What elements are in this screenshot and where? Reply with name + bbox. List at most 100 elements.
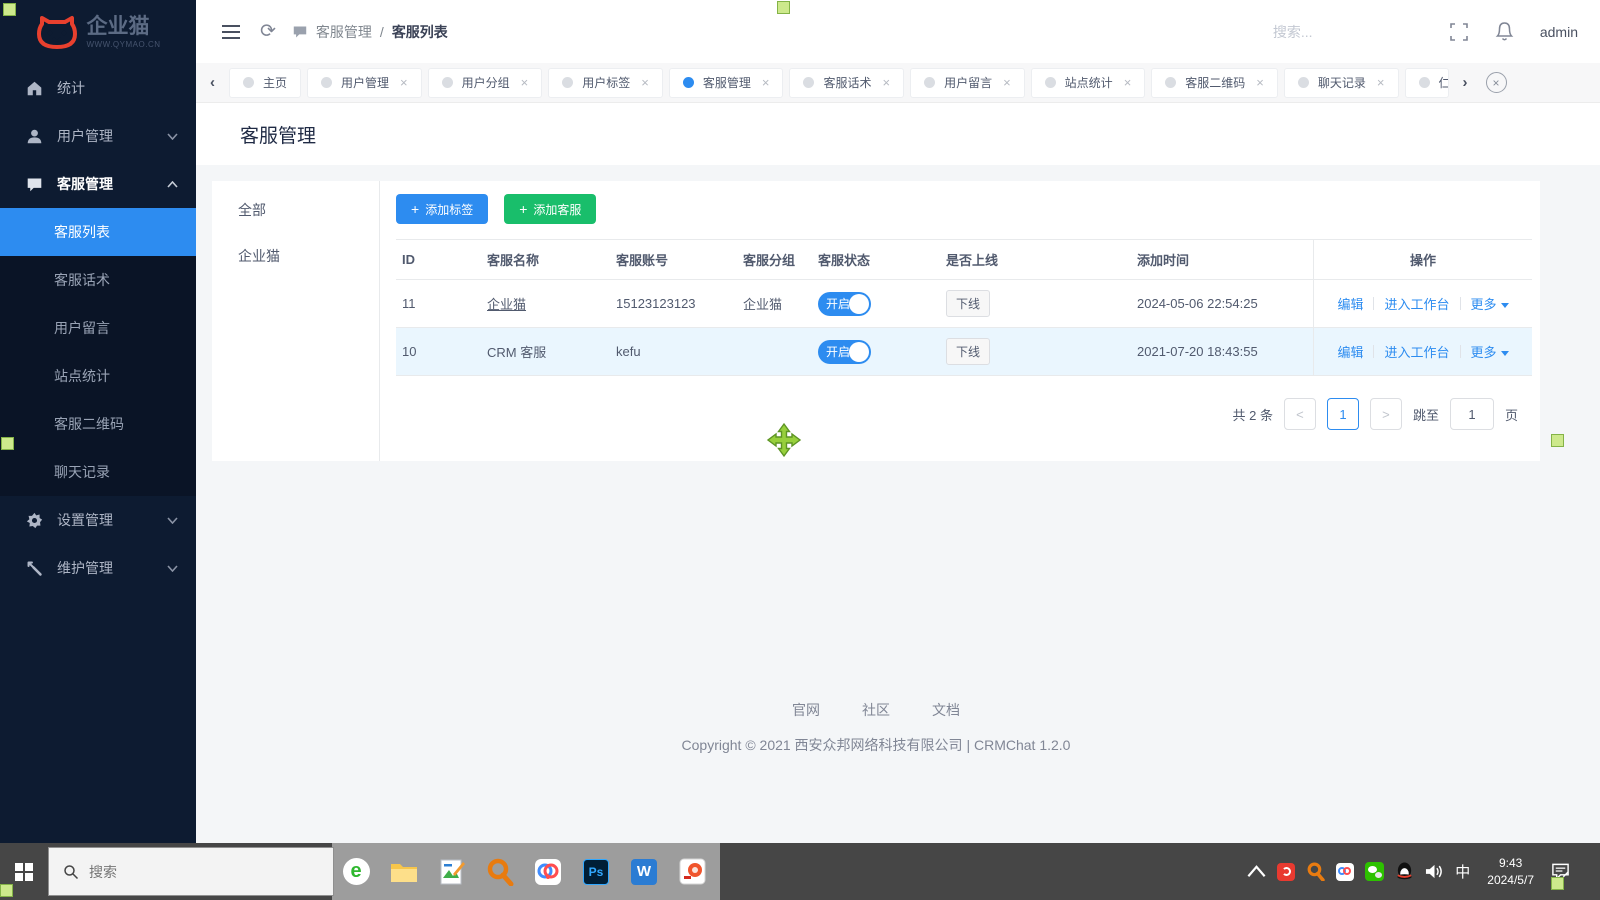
photo-viewer-icon[interactable]	[668, 843, 716, 900]
tab[interactable]: 主页	[229, 67, 302, 98]
table-area: + 添加标签 + 添加客服 ID 客服名称 客服账号 客服分组 客服状态 是否上线 添加时间 操作…	[380, 181, 1540, 461]
pagination-prev-button[interactable]: <	[1283, 398, 1316, 430]
refresh-icon[interactable]: ⟳	[260, 20, 276, 43]
bell-icon[interactable]	[1495, 21, 1514, 42]
action-link[interactable]: 更多	[1471, 294, 1509, 313]
tabs-scroll-left-icon[interactable]: ‹	[202, 74, 223, 91]
tab[interactable]: 用户留言 ×	[910, 67, 1025, 98]
group-list: 全部 企业猫	[212, 181, 380, 461]
status-toggle[interactable]: 开启	[818, 339, 871, 364]
taskbar-clock[interactable]: 9:43 2024/5/7	[1487, 855, 1534, 889]
tab[interactable]: 用户标签 ×	[548, 67, 663, 98]
tab[interactable]: 客服二维码 ×	[1151, 67, 1278, 98]
sidebar-item-stats[interactable]: 统计	[0, 64, 196, 112]
capture-handle-bottom-right[interactable]	[1551, 877, 1564, 890]
tab[interactable]: 客服话术 ×	[789, 67, 905, 98]
tray-magnifier-icon[interactable]	[1306, 862, 1325, 881]
hamburger-menu-icon[interactable]	[218, 21, 244, 43]
search-input[interactable]	[1272, 23, 1423, 40]
action-link[interactable]: 更多	[1471, 342, 1509, 361]
capture-handle-bottom-left[interactable]	[0, 884, 13, 897]
sidebar-subitem[interactable]: 聊天记录	[0, 448, 196, 496]
tab[interactable]: 客服管理 ×	[668, 67, 784, 98]
360-safety-icon[interactable]	[1277, 862, 1296, 881]
tab-close-icon[interactable]: ×	[521, 75, 529, 90]
sidebar-subitem[interactable]: 客服二维码	[0, 400, 196, 448]
action-link[interactable]: 进入工作台	[1384, 342, 1449, 361]
pagination-page-1-button[interactable]: 1	[1326, 398, 1359, 430]
tab-close-icon[interactable]: ×	[1003, 75, 1011, 90]
tab-close-icon[interactable]: ×	[1124, 75, 1132, 90]
sidebar-subitem[interactable]: 客服话术	[0, 256, 196, 304]
footer-link[interactable]: 社区	[862, 702, 890, 718]
tray-circles-app-icon[interactable]	[1336, 862, 1355, 881]
status-toggle[interactable]: 开启	[818, 291, 871, 316]
magnifier-tool-icon[interactable]	[476, 843, 524, 900]
tabs-scroll-right-icon[interactable]: ›	[1455, 74, 1476, 91]
qq-icon[interactable]	[1395, 862, 1414, 881]
volume-icon[interactable]	[1425, 862, 1444, 881]
taskbar-apps: e Ps W	[332, 843, 716, 900]
cell-name[interactable]: 企业猫	[481, 294, 610, 313]
cat-logo-icon	[36, 16, 77, 49]
sidebar-item-maintenance[interactable]: 维护管理	[0, 544, 196, 592]
tab-close-icon[interactable]: ×	[1377, 75, 1385, 90]
footer-link[interactable]: 文档	[932, 702, 960, 718]
circles-app-icon[interactable]	[524, 843, 572, 900]
breadcrumb-parent[interactable]: 客服管理	[316, 22, 372, 42]
photoshop-icon[interactable]: Ps	[572, 843, 620, 900]
sidebar-subitem[interactable]: 站点统计	[0, 352, 196, 400]
sidebar-item-settings[interactable]: 设置管理	[0, 496, 196, 544]
capture-handle-top-left[interactable]	[3, 3, 16, 16]
chevron-down-icon	[167, 564, 178, 572]
pagination-jump-input[interactable]	[1449, 398, 1494, 430]
cell-account: 15123123123	[616, 296, 696, 311]
tab-close-icon[interactable]: ×	[641, 75, 649, 90]
fullscreen-icon[interactable]	[1449, 22, 1469, 42]
browser-e-icon[interactable]: e	[332, 843, 380, 900]
capture-handle-left-middle[interactable]	[1, 437, 14, 450]
capture-move-cursor[interactable]	[766, 422, 802, 458]
wechat-icon[interactable]	[1365, 862, 1385, 881]
image-editor-icon[interactable]	[428, 843, 476, 900]
tab-close-icon[interactable]: ×	[882, 75, 890, 90]
word-icon[interactable]: W	[620, 843, 668, 900]
sidebar-subitem[interactable]: 用户留言	[0, 304, 196, 352]
capture-handle-top-center[interactable]	[777, 1, 790, 14]
content-card: 全部 企业猫 + 添加标签 + 添加客服 ID 客服名称 客服账号 客服分组 客服状态 是否上线…	[212, 181, 1540, 461]
input-method-indicator[interactable]: 中	[1455, 861, 1470, 882]
tab-close-icon[interactable]: ×	[1256, 75, 1264, 90]
tab-dot-icon	[803, 77, 815, 88]
hidden-icons-chevron[interactable]	[1247, 862, 1266, 881]
group-item[interactable]: 全部	[212, 187, 379, 233]
tab[interactable]: 用户分组 ×	[427, 67, 543, 98]
tab[interactable]: 仁	[1404, 67, 1449, 98]
tab-close-icon[interactable]: ×	[762, 75, 770, 90]
pagination-next-button[interactable]: >	[1369, 398, 1402, 430]
sidebar-subitem[interactable]: 客服列表	[0, 208, 196, 256]
tab-close-icon[interactable]: ×	[400, 75, 408, 90]
add-tag-button[interactable]: + 添加标签	[396, 194, 489, 224]
action-link[interactable]: 编辑	[1337, 294, 1363, 313]
taskbar-search-input[interactable]	[89, 863, 289, 880]
action-divider	[1459, 345, 1461, 358]
taskbar-search-box[interactable]	[48, 847, 334, 896]
cell-time: 2021-07-20 18:43:55	[1137, 344, 1258, 359]
footer-link[interactable]: 官网	[792, 702, 820, 718]
sidebar-item-kefu-mgmt[interactable]: 客服管理	[0, 160, 196, 208]
user-name[interactable]: admin	[1540, 24, 1578, 40]
sidebar: 企业猫 WWW.QYMAO.CN 统计 用户管理 客服管理 客服列表 客服话术 用户…	[0, 0, 196, 843]
group-item[interactable]: 企业猫	[212, 233, 379, 279]
tab[interactable]: 站点统计 ×	[1030, 67, 1146, 98]
file-explorer-icon[interactable]	[380, 843, 428, 900]
sidebar-item-user-mgmt[interactable]: 用户管理	[0, 112, 196, 160]
capture-handle-right-middle[interactable]	[1551, 434, 1564, 447]
action-link[interactable]: 进入工作台	[1384, 294, 1449, 313]
close-all-tabs-icon[interactable]: ×	[1485, 72, 1507, 93]
action-link[interactable]: 编辑	[1337, 342, 1363, 361]
cell-name[interactable]: CRM 客服	[481, 342, 610, 361]
tab[interactable]: 聊天记录 ×	[1283, 67, 1399, 98]
toggle-knob	[849, 293, 869, 314]
tab[interactable]: 用户管理 ×	[307, 67, 422, 98]
add-kefu-button[interactable]: + 添加客服	[504, 194, 597, 224]
